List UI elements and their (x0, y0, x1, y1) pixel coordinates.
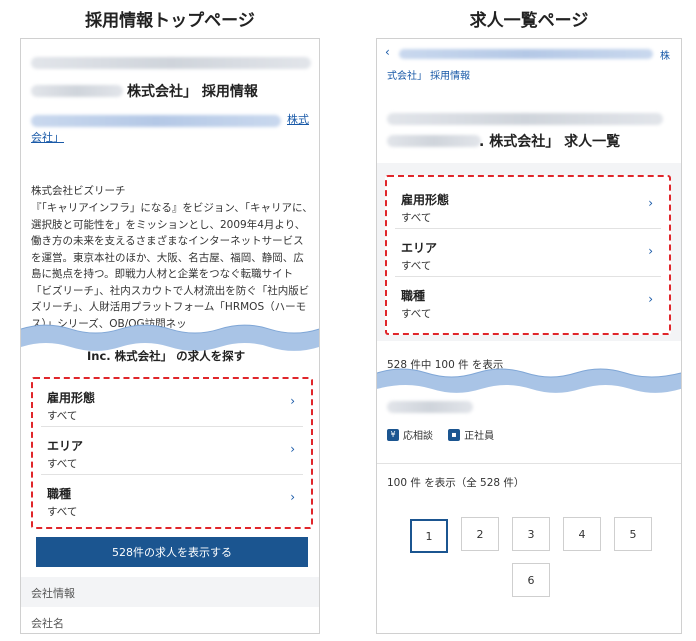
page-button-4[interactable]: 4 (563, 517, 601, 551)
recruit-top-screen: 株式会社」 採用情報 株式 会社」 株式会社ビズリーチ 『「キャリアインフラ」に… (20, 38, 320, 634)
show-jobs-button[interactable]: 528件の求人を表示する (36, 537, 308, 567)
company-link[interactable]: 株式 (287, 111, 309, 127)
page-button-6[interactable]: 6 (512, 563, 550, 597)
filter-value: すべて (401, 212, 432, 224)
filter-employment-type[interactable]: 雇用形態 すべて › (395, 181, 661, 229)
tag-salary: 応相談 (403, 431, 433, 442)
chevron-right-icon: › (648, 196, 653, 210)
job-list-screen: ‹ 株 式会社」 採用情報 . 株式会社」 求人一覧 雇用形態 すべて › エリ… (376, 38, 682, 634)
chevron-right-icon: › (648, 292, 653, 306)
page-button-5[interactable]: 5 (614, 517, 652, 551)
job-tags: ¥ 応相談 ▪ 正社員 (387, 424, 504, 443)
filter-job-category[interactable]: 職種 すべて › (395, 277, 661, 325)
chevron-right-icon: › (290, 490, 295, 504)
blurred-text (387, 401, 473, 413)
filter-panel: 雇用形態 すべて › エリア すべて › 職種 すべて › (31, 377, 313, 529)
blurred-text (387, 135, 481, 147)
caption-job-list-page: 求人一覧ページ (469, 11, 589, 31)
caption-top-page: 採用情報トップページ (85, 11, 255, 31)
filter-label: 雇用形態 (401, 193, 450, 207)
filter-area[interactable]: エリア すべて › (41, 427, 303, 475)
filter-label: 職種 (401, 289, 426, 303)
divider (377, 463, 681, 464)
blurred-text (31, 85, 123, 97)
blurred-text (31, 57, 311, 69)
filter-value: すべて (47, 458, 78, 470)
blurred-link (31, 115, 281, 127)
salary-icon: ¥ (387, 428, 399, 441)
briefcase-icon: ▪ (448, 428, 461, 441)
company-info-section: 会社情報 (21, 577, 319, 607)
tag-employment: 正社員 (464, 431, 495, 442)
chevron-right-icon: › (648, 244, 653, 258)
filter-area[interactable]: エリア すべて › (395, 229, 661, 277)
pagination-summary: 100 件 を表示（全 528 件） (387, 477, 525, 489)
filter-label: 職種 (47, 487, 72, 501)
filter-label: 雇用形態 (47, 391, 96, 405)
chevron-right-icon: › (290, 394, 295, 408)
page-button-2[interactable]: 2 (461, 517, 499, 551)
company-info-heading: 会社情報 (31, 587, 75, 600)
page-title: . 株式会社」 求人一覧 (479, 134, 621, 150)
filter-job-category[interactable]: 職種 すべて › (41, 475, 303, 523)
filter-value: すべて (47, 410, 78, 422)
breadcrumb-link[interactable]: 株 (660, 47, 670, 62)
blurred-text (387, 113, 663, 125)
back-chevron-icon[interactable]: ‹ (385, 45, 390, 59)
filter-label: エリア (47, 439, 84, 453)
page-title: 株式会社」 採用情報 (127, 84, 258, 100)
wave-break (377, 368, 681, 393)
filter-value: すべて (401, 260, 432, 272)
search-heading: Inc. 株式会社」 の求人を探す (87, 349, 246, 363)
filter-value: すべて (47, 506, 78, 518)
company-description: 『「キャリアインフラ」になる』をビジョン、「キャリアに、選択肢と可能性を」をミッ… (31, 202, 313, 330)
page-button-3[interactable]: 3 (512, 517, 550, 551)
filter-employment-type[interactable]: 雇用形態 すべて › (41, 379, 303, 427)
filter-label: エリア (401, 241, 438, 255)
company-name: 株式会社ビズリーチ (31, 185, 126, 197)
page-button-1[interactable]: 1 (410, 519, 448, 553)
filter-panel: 雇用形態 すべて › エリア すべて › 職種 すべて › (385, 175, 671, 335)
filter-value: すべて (401, 308, 432, 320)
chevron-right-icon: › (290, 442, 295, 456)
company-link-cont[interactable]: 会社」 (31, 129, 64, 145)
company-name-label: 会社名 (31, 617, 64, 630)
breadcrumb-link-cont[interactable]: 式会社」 採用情報 (387, 67, 470, 82)
blurred-breadcrumb (399, 49, 653, 59)
